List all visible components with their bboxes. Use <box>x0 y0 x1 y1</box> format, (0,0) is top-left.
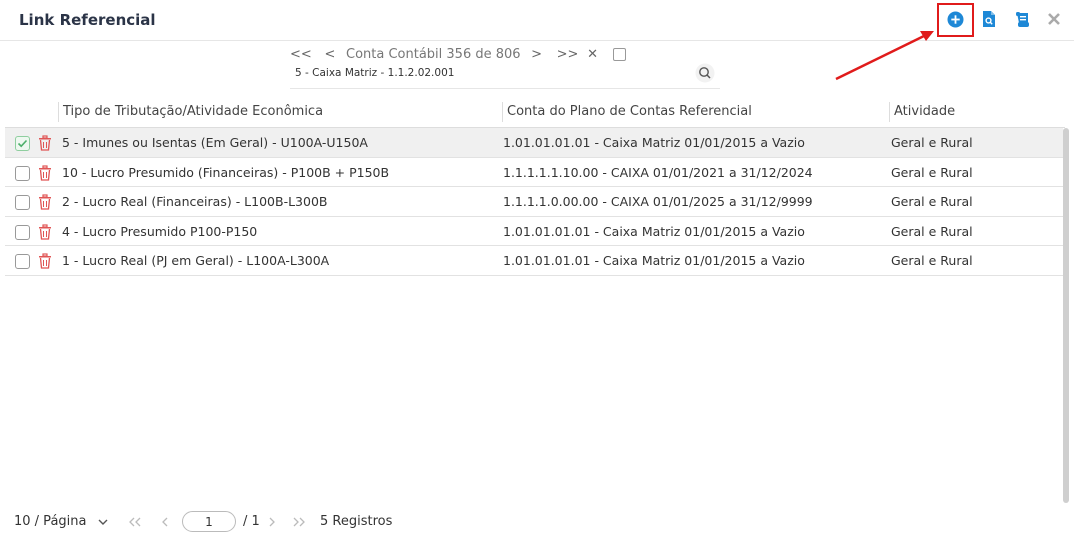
cell-atividade: Geral e Rural <box>891 194 973 210</box>
delete-row-button[interactable] <box>37 164 53 181</box>
dialog-title: Link Referencial <box>19 11 156 29</box>
cell-atividade: Geral e Rural <box>891 164 973 180</box>
pagination-bar: 10 / Página / 1 5 Registros <box>0 510 1074 536</box>
table-row[interactable]: 5 - Imunes ou Isentas (Em Geral) - U100A… <box>5 128 1063 158</box>
cell-atividade: Geral e Rural <box>891 135 973 150</box>
cell-tipo: 10 - Lucro Presumido (Financeiras) - P10… <box>62 164 390 180</box>
trash-icon <box>39 194 51 210</box>
delete-row-button[interactable] <box>37 194 53 210</box>
previous-account-button[interactable]: < <box>320 47 340 62</box>
last-page-button[interactable] <box>292 516 306 532</box>
column-header-conta[interactable]: Conta do Plano de Contas Referencial <box>507 104 752 119</box>
column-separator <box>502 102 503 122</box>
table-header: Tipo de Tributação/Atividade Econômica C… <box>5 98 1065 128</box>
search-icon <box>695 63 715 83</box>
close-icon <box>1048 13 1060 25</box>
previous-page-button[interactable] <box>160 516 170 532</box>
table-row[interactable]: 10 - Lucro Presumido (Financeiras) - P10… <box>5 158 1063 188</box>
trash-icon <box>39 164 51 181</box>
chevron-down-icon <box>98 519 108 525</box>
chevron-right-icon <box>269 517 275 527</box>
next-account-button[interactable]: > <box>527 47 547 62</box>
cell-conta: 1.01.01.01.01 - Caixa Matriz 01/01/2015 … <box>503 135 805 150</box>
search-underline <box>290 88 720 89</box>
clear-button[interactable]: ✕ <box>583 47 603 62</box>
table-row[interactable]: 1 - Lucro Real (PJ em Geral) - L100A-L30… <box>5 246 1063 276</box>
navigator-checkbox[interactable] <box>612 47 626 61</box>
trash-icon <box>39 253 51 270</box>
current-page-input[interactable] <box>182 511 236 532</box>
cell-conta: 1.01.01.01.01 - Caixa Matriz 01/01/2015 … <box>503 253 805 269</box>
column-separator <box>58 102 59 122</box>
first-account-button[interactable]: << <box>290 47 312 62</box>
page-size-dropdown[interactable] <box>97 516 109 532</box>
table-body: 5 - Imunes ou Isentas (Em Geral) - U100A… <box>5 128 1063 276</box>
row-checkbox[interactable] <box>15 136 30 151</box>
double-chevron-left-icon <box>129 517 141 527</box>
column-header-atividade[interactable]: Atividade <box>894 104 955 119</box>
delete-row-button[interactable] <box>37 135 53 151</box>
account-navigator: << < Conta Contábil 356 de 806 > >> ✕ <box>290 44 626 64</box>
total-pages: / 1 <box>243 514 260 529</box>
delete-row-button[interactable] <box>37 253 53 270</box>
row-checkbox[interactable] <box>15 195 30 211</box>
highlight-box <box>937 3 974 37</box>
current-account: 5 - Caixa Matriz - 1.1.2.02.001 <box>295 67 455 79</box>
scroll-icon <box>1015 11 1029 27</box>
delete-row-button[interactable] <box>37 224 53 240</box>
cell-conta: 1.1.1.1.1.10.00 - CAIXA 01/01/2021 a 31/… <box>503 164 813 180</box>
row-checkbox[interactable] <box>15 165 30 181</box>
row-checkbox[interactable] <box>15 224 30 240</box>
double-chevron-right-icon <box>293 517 305 527</box>
cell-conta: 1.1.1.1.0.00.00 - CAIXA 01/01/2025 a 31/… <box>503 194 813 210</box>
cell-atividade: Geral e Rural <box>891 223 973 239</box>
check-icon <box>17 139 28 148</box>
trash-icon <box>39 224 51 240</box>
column-header-tipo[interactable]: Tipo de Tributação/Atividade Econômica <box>63 104 323 119</box>
chevron-left-icon <box>162 517 168 527</box>
next-page-button[interactable] <box>267 516 277 532</box>
document-search-button[interactable] <box>978 8 1000 30</box>
trash-icon <box>39 135 51 151</box>
page-size-select[interactable]: 10 / Página <box>14 514 86 529</box>
document-search-icon <box>983 11 995 27</box>
vertical-scrollbar[interactable] <box>1063 128 1069 503</box>
annotation-arrow <box>835 31 934 81</box>
cell-tipo: 2 - Lucro Real (Financeiras) - L100B-L30… <box>62 194 328 210</box>
table-row[interactable]: 2 - Lucro Real (Financeiras) - L100B-L30… <box>5 187 1063 217</box>
cell-tipo: 1 - Lucro Real (PJ em Geral) - L100A-L30… <box>62 253 330 269</box>
record-count: 5 Registros <box>320 514 393 529</box>
search-button[interactable] <box>695 63 715 83</box>
table-row[interactable]: 4 - Lucro Presumido P100-P150 1.01.01.01… <box>5 217 1063 247</box>
account-position: Conta Contábil 356 de 806 <box>346 46 521 62</box>
cell-atividade: Geral e Rural <box>891 253 973 269</box>
scroll-button[interactable] <box>1011 8 1033 30</box>
close-button[interactable] <box>1043 8 1065 30</box>
last-account-button[interactable]: >> <box>557 47 579 62</box>
first-page-button[interactable] <box>128 516 142 532</box>
cell-conta: 1.01.01.01.01 - Caixa Matriz 01/01/2015 … <box>503 223 805 239</box>
column-separator <box>889 102 890 122</box>
cell-tipo: 4 - Lucro Presumido P100-P150 <box>62 223 258 239</box>
row-checkbox[interactable] <box>15 254 30 270</box>
cell-tipo: 5 - Imunes ou Isentas (Em Geral) - U100A… <box>62 135 368 150</box>
